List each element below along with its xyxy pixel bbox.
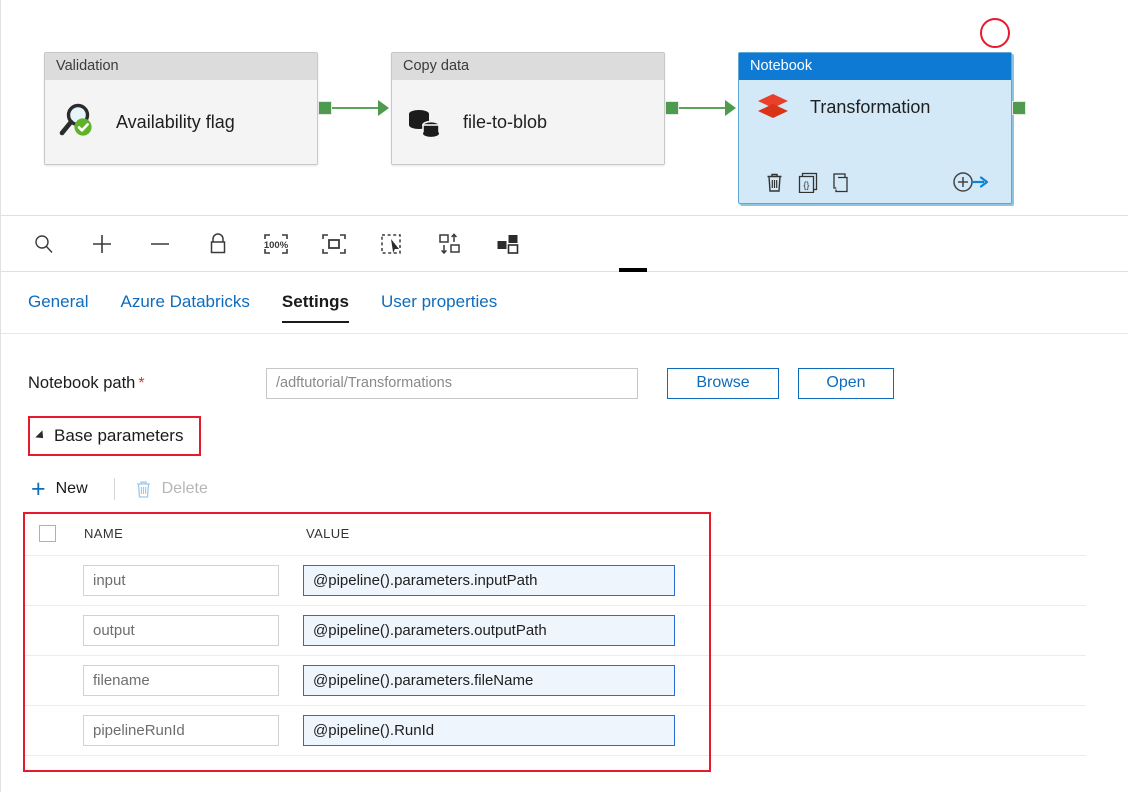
collapse-triangle-icon xyxy=(35,430,47,442)
activity-body: file-to-blob xyxy=(392,80,664,164)
connector-line-1 xyxy=(332,107,378,109)
parameter-name-input[interactable] xyxy=(83,665,279,696)
magnifier-check-icon xyxy=(59,101,99,143)
plus-icon[interactable] xyxy=(73,221,131,267)
parameter-value-input[interactable] xyxy=(303,615,675,646)
svg-text:100%: 100% xyxy=(264,240,289,251)
settings-panel: Notebook path* Browse Open Base paramete… xyxy=(1,334,1128,792)
connector-handle-validation[interactable] xyxy=(318,101,332,115)
activity-body: Transformation xyxy=(739,80,1011,128)
base-parameters-table: NAME VALUE xyxy=(23,512,1086,756)
selection-cursor-icon[interactable] xyxy=(363,221,421,267)
column-header-name: NAME xyxy=(84,526,124,541)
activity-name: file-to-blob xyxy=(463,111,548,132)
open-button[interactable]: Open xyxy=(798,367,894,399)
add-arrow-icon[interactable] xyxy=(949,169,993,195)
connector-arrow-2 xyxy=(725,100,736,116)
connector-line-2 xyxy=(679,107,725,109)
delete-parameter-button[interactable]: Delete xyxy=(135,480,214,499)
plus-icon: + xyxy=(31,474,46,503)
tab-settings[interactable]: Settings xyxy=(281,292,349,323)
select-all-checkbox[interactable] xyxy=(39,525,56,542)
base-parameters-label: Base parameters xyxy=(54,426,184,445)
table-row xyxy=(23,706,1086,756)
activity-copy-data[interactable]: Copy data file-to-blob xyxy=(391,52,665,165)
code-braces-icon[interactable]: {} xyxy=(791,169,825,195)
connector-arrow-1 xyxy=(378,100,389,116)
base-parameters-command-bar: + New Delete xyxy=(31,474,214,504)
trash-icon[interactable] xyxy=(757,169,791,195)
trash-icon xyxy=(135,480,152,499)
base-parameters-section-header: Base parameters xyxy=(28,416,202,456)
activity-name: Transformation xyxy=(810,96,931,117)
annotation-circle xyxy=(980,18,1010,48)
activity-name: Availability flag xyxy=(116,111,235,132)
table-row xyxy=(23,556,1086,606)
adf-pipeline-editor: Validation Availability flag Copy data f… xyxy=(0,0,1128,792)
required-asterisk: * xyxy=(138,374,145,392)
database-copy-icon xyxy=(406,101,446,143)
activity-type-label: Validation xyxy=(45,53,317,80)
parameter-value-input[interactable] xyxy=(303,565,675,596)
browse-button[interactable]: Browse xyxy=(667,367,779,399)
copy-pages-icon[interactable] xyxy=(825,169,859,195)
zoom-100-percent-icon[interactable]: 100% xyxy=(247,221,305,267)
command-separator xyxy=(113,478,115,500)
activity-notebook[interactable]: Notebook Transformation {} xyxy=(738,52,1012,204)
delete-parameter-label: Delete xyxy=(161,480,208,497)
tab-azure-databricks[interactable]: Azure Databricks xyxy=(120,292,249,321)
auto-align-icon[interactable] xyxy=(421,221,479,267)
notebook-path-row: Notebook path* Browse Open xyxy=(28,367,1108,399)
activity-validation[interactable]: Validation Availability flag xyxy=(44,52,318,165)
parameter-value-input[interactable] xyxy=(303,715,675,746)
layout-blocks-icon[interactable] xyxy=(479,221,537,267)
parameter-value-input[interactable] xyxy=(303,665,675,696)
parameter-name-input[interactable] xyxy=(83,615,279,646)
activity-body: Availability flag xyxy=(45,80,317,164)
pipeline-canvas[interactable]: Validation Availability flag Copy data f… xyxy=(1,0,1128,216)
tab-general[interactable]: General xyxy=(28,292,88,321)
settings-tabs: General Azure Databricks Settings User p… xyxy=(1,272,1128,334)
new-parameter-button[interactable]: + New xyxy=(31,474,94,503)
connector-handle-notebook[interactable] xyxy=(1012,101,1026,115)
new-parameter-label: New xyxy=(55,480,88,497)
magnifier-icon[interactable] xyxy=(15,221,73,267)
lock-icon[interactable] xyxy=(189,221,247,267)
notebook-path-label-text: Notebook path xyxy=(28,373,136,392)
base-parameters-toggle[interactable]: Base parameters xyxy=(28,416,202,456)
notebook-path-label: Notebook path * xyxy=(28,374,266,393)
parameter-name-input[interactable] xyxy=(83,715,279,746)
databricks-stack-icon xyxy=(753,86,793,128)
tab-user-properties[interactable]: User properties xyxy=(381,292,497,321)
canvas-toolbar: 100% xyxy=(1,216,1128,272)
connector-handle-copy-data[interactable] xyxy=(665,101,679,115)
table-header-row: NAME VALUE xyxy=(23,512,1086,556)
notebook-path-input[interactable] xyxy=(266,367,638,399)
minus-icon[interactable] xyxy=(131,221,189,267)
fit-to-screen-icon[interactable] xyxy=(305,221,363,267)
column-header-value: VALUE xyxy=(306,526,350,541)
svg-text:{}: {} xyxy=(803,180,809,190)
activity-type-label: Copy data xyxy=(392,53,664,80)
activity-type-label: Notebook xyxy=(739,53,1011,80)
activity-action-toolbar: {} xyxy=(739,167,1011,197)
table-row xyxy=(23,656,1086,706)
table-row xyxy=(23,606,1086,656)
parameter-name-input[interactable] xyxy=(83,565,279,596)
